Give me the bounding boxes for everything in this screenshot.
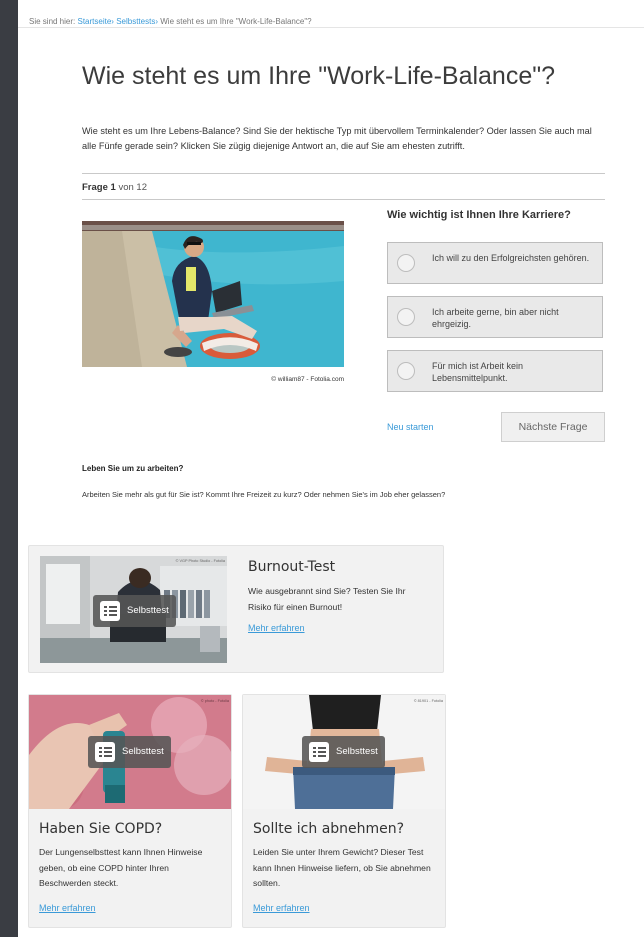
burnout-test-card[interactable]: © VGP Photo Studio - Fotolia Selbsttest … — [28, 545, 444, 673]
page-title: Wie steht es um Ihre "Work-Life-Balance"… — [82, 62, 556, 90]
breadcrumb-prefix: Sie sind hier: — [29, 17, 76, 26]
copd-image-watermark: © photo - Fotolia — [201, 699, 230, 703]
question-text: Wie wichtig ist Ihnen Ihre Karriere? — [387, 209, 571, 221]
breadcrumb: Sie sind hier: Startseite› Selbsttests› … — [18, 0, 644, 28]
card-description: Der Lungenselbsttest kann Ihnen Hinweise… — [39, 847, 203, 888]
question-number: 1 — [110, 182, 116, 193]
breadcrumb-current: Wie steht es um Ihre "Work-Life-Balance"… — [160, 17, 312, 26]
more-link[interactable]: Mehr erfahren — [39, 903, 96, 913]
answer-label: Ich will zu den Erfolgreichsten gehören. — [432, 253, 590, 263]
question-label: Frage 1 — [82, 182, 116, 193]
answer-option-1[interactable]: Ich will zu den Erfolgreichsten gehören. — [387, 242, 603, 284]
selbsttest-badge: Selbsttest — [88, 736, 171, 768]
restart-link[interactable]: Neu starten — [387, 422, 434, 432]
card-description: Wie ausgebrannt sind Sie? Testen Sie Ihr… — [248, 586, 406, 612]
answer-label: Für mich ist Arbeit kein Lebensmittelpun… — [432, 361, 524, 383]
radio-button[interactable] — [397, 362, 415, 380]
badge-label: Selbsttest — [336, 746, 378, 757]
burnout-image-watermark: © VGP Photo Studio - Fotolia — [176, 559, 226, 563]
badge-label: Selbsttest — [122, 746, 164, 757]
breadcrumb-separator: › — [111, 17, 114, 26]
card-title: Burnout-Test — [248, 559, 336, 575]
pool-businessman-image — [82, 221, 344, 367]
abnehmen-image-watermark: © 81901 - Fotolia — [414, 699, 444, 703]
badge-label: Selbsttest — [127, 605, 169, 616]
selbsttest-badge: Selbsttest — [302, 736, 385, 768]
answer-option-2[interactable]: Ich arbeite gerne, bin aber nicht ehrgei… — [387, 296, 603, 338]
next-question-button[interactable]: Nächste Frage — [501, 412, 605, 442]
selbsttest-badge: Selbsttest — [93, 595, 176, 627]
card-description: Leiden Sie unter Ihrem Gewicht? Dieser T… — [253, 847, 431, 888]
question-total: von 12 — [118, 182, 147, 193]
intro-text: Wie steht es um Ihre Lebens-Balance? Sin… — [82, 126, 592, 151]
card-title: Sollte ich abnehmen? — [253, 821, 405, 837]
checklist-icon — [95, 742, 115, 762]
info-text: Arbeiten Sie mehr als gut für Sie ist? K… — [82, 490, 446, 499]
info-heading: Leben Sie um zu arbeiten? — [82, 464, 184, 473]
answer-label: Ich arbeite gerne, bin aber nicht ehrgei… — [432, 307, 559, 329]
page: Sie sind hier: Startseite› Selbsttests› … — [18, 0, 644, 937]
answer-option-3[interactable]: Für mich ist Arbeit kein Lebensmittelpun… — [387, 350, 603, 392]
divider — [82, 173, 605, 174]
radio-button[interactable] — [397, 254, 415, 272]
image-credit: © william87 - Fotolia.com — [271, 376, 344, 383]
quiz-image — [82, 221, 344, 367]
copd-test-card[interactable]: © photo - Fotolia Selbsttest Haben Sie C… — [28, 694, 232, 928]
breadcrumb-link-selbsttests[interactable]: Selbsttests — [116, 17, 155, 26]
more-link[interactable]: Mehr erfahren — [248, 623, 305, 633]
divider — [82, 199, 605, 200]
breadcrumb-link-startseite[interactable]: Startseite — [77, 17, 111, 26]
radio-button[interactable] — [397, 308, 415, 326]
checklist-icon — [309, 742, 329, 762]
card-title: Haben Sie COPD? — [39, 821, 163, 837]
question-counter: Frage 1 von 12 — [82, 182, 147, 193]
more-link[interactable]: Mehr erfahren — [253, 903, 310, 913]
abnehmen-test-card[interactable]: © 81901 - Fotolia Selbsttest Sollte ich … — [242, 694, 446, 928]
breadcrumb-separator: › — [155, 17, 158, 26]
checklist-icon — [100, 601, 120, 621]
